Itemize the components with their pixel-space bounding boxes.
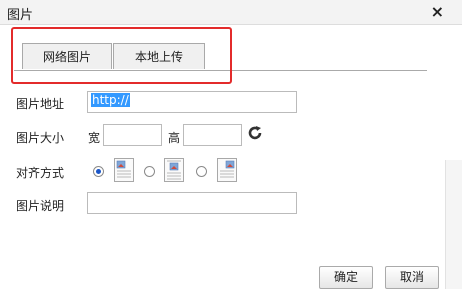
align-none-radio[interactable] <box>144 166 155 177</box>
dialog-title: 图片 <box>7 8 34 23</box>
align-left-icon[interactable] <box>114 158 134 182</box>
height-label: 高 <box>168 131 181 145</box>
ok-button[interactable]: 确定 <box>319 266 373 289</box>
dialog-titlebar: 图片 × <box>0 0 462 25</box>
width-label: 宽 <box>88 131 101 145</box>
align-left-radio[interactable] <box>93 166 104 177</box>
size-label: 图片大小 <box>16 131 65 145</box>
refresh-icon[interactable] <box>247 125 263 141</box>
align-label: 对齐方式 <box>16 166 65 180</box>
url-value: http:// <box>91 93 130 107</box>
align-none-icon[interactable] <box>164 158 184 182</box>
tabs-highlight-box <box>11 27 232 84</box>
align-right-radio[interactable] <box>196 166 207 177</box>
desc-input[interactable] <box>87 192 297 214</box>
side-scrollbar[interactable] <box>445 160 462 289</box>
url-label: 图片地址 <box>16 97 65 111</box>
url-input[interactable]: http:// <box>87 91 297 113</box>
align-right-icon[interactable] <box>217 158 237 182</box>
desc-label: 图片说明 <box>16 199 65 213</box>
height-input[interactable] <box>183 124 242 146</box>
width-input[interactable] <box>103 124 162 146</box>
close-icon[interactable]: × <box>431 2 444 21</box>
cancel-button[interactable]: 取消 <box>385 266 439 289</box>
